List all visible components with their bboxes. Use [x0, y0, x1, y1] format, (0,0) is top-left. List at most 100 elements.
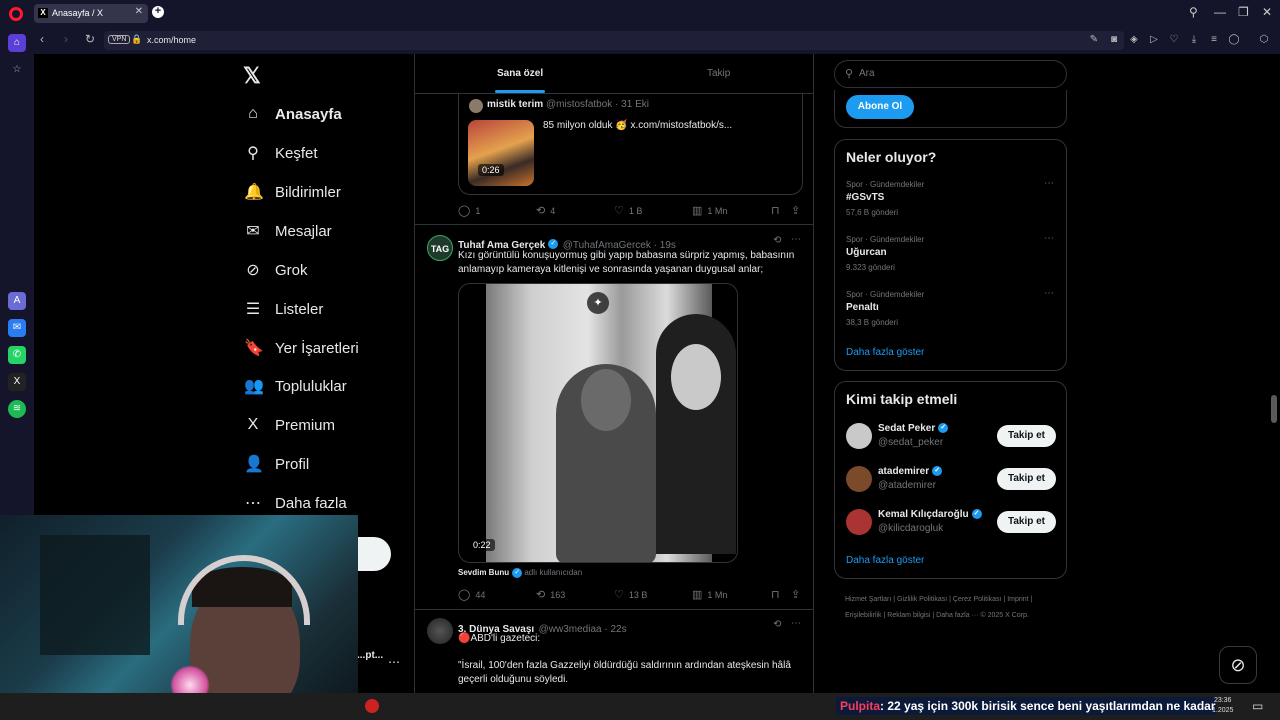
browser-tab[interactable]: X Anasayfa / X ✕ — [34, 4, 148, 23]
more-icon[interactable]: ⋯ — [1044, 178, 1054, 189]
play-icon[interactable]: ▷ — [1148, 34, 1160, 45]
repost-button[interactable]: ⟲ 4 — [536, 204, 555, 217]
messenger-icon[interactable]: ✉ — [8, 319, 26, 337]
nav-item-ke-fet[interactable]: ⚲ Keşfet — [244, 135, 317, 171]
opera-logo-icon[interactable] — [9, 7, 23, 21]
avatar[interactable] — [846, 466, 872, 492]
like-button[interactable]: ♡ 13 B — [614, 588, 647, 601]
spotify-icon[interactable]: ≋ — [8, 400, 26, 418]
more-icon[interactable]: ⋯ — [1044, 288, 1054, 299]
nav-item-yer-i-aretleri[interactable]: 🔖 Yer İşaretleri — [244, 330, 359, 366]
avatar[interactable] — [846, 509, 872, 535]
window-close-icon[interactable]: ✕ — [1262, 5, 1272, 19]
views-button[interactable]: ▥ 1 Mn — [692, 588, 727, 601]
trend-name[interactable]: #GSvTS — [846, 192, 884, 203]
grok-explain-icon[interactable]: ⟲ — [773, 619, 781, 630]
repost-button[interactable]: ⟲ 163 — [536, 588, 565, 601]
camera-icon[interactable]: ◙ — [1108, 34, 1120, 45]
heart-icon[interactable]: ♡ — [1168, 34, 1180, 45]
like-button[interactable]: ♡ 1 B — [614, 204, 642, 217]
account-icon[interactable]: ◯ — [1228, 34, 1240, 45]
source-user-name[interactable]: Sevdim Bunu — [458, 568, 509, 577]
share-button[interactable]: ⇪ — [791, 588, 800, 601]
avatar[interactable]: TAG — [427, 235, 453, 261]
x-sidebar-icon[interactable]: X — [8, 373, 26, 391]
restore-icon[interactable]: ❐ — [1238, 5, 1249, 19]
video-player[interactable]: ✦ 0:22 — [458, 283, 738, 563]
views-button[interactable]: ▥ 1 Mn — [692, 204, 727, 217]
nav-item-bildirimler[interactable]: 🔔 Bildirimler — [244, 174, 341, 210]
nav-item-profil[interactable]: 👤 Profil — [244, 446, 309, 482]
nav-item-mesajlar[interactable]: ✉ Mesajlar — [244, 213, 331, 249]
notification-icon[interactable]: ▭ — [1252, 699, 1263, 713]
opera-taskbar-icon[interactable] — [365, 699, 379, 713]
shield-icon[interactable]: ◈ — [1128, 34, 1140, 45]
grok-explain-icon[interactable]: ⟲ — [773, 235, 781, 246]
sparkle-icon[interactable]: ✦ — [587, 292, 609, 314]
share-button[interactable]: ⇪ — [791, 204, 800, 217]
more-icon[interactable]: ⋯ — [1044, 233, 1054, 244]
quote-author-name[interactable]: mistik terim — [487, 99, 543, 110]
trend-name[interactable]: Penaltı — [846, 302, 879, 313]
avatar[interactable] — [846, 423, 872, 449]
vpn-badge[interactable]: VPN — [108, 35, 131, 44]
bookmark-button[interactable]: ⊓ — [771, 588, 780, 601]
search-box[interactable]: ⚲ — [834, 60, 1067, 88]
extensions-icon[interactable]: ⬡ — [1258, 34, 1270, 45]
subscribe-button[interactable]: Abone Ol — [846, 95, 914, 119]
edit-icon[interactable]: ✎ — [1088, 34, 1100, 45]
follow-button[interactable]: Takip et — [997, 425, 1056, 447]
account-name-fragment[interactable]: ...pt... — [357, 650, 383, 661]
trend-name[interactable]: Uğurcan — [846, 247, 887, 258]
reply-button[interactable]: ◯ 1 — [458, 204, 480, 217]
follow-button[interactable]: Takip et — [997, 468, 1056, 490]
forward-icon[interactable]: › — [64, 32, 68, 46]
quoted-tweet-card[interactable]: mistik terim @mistosfatbok · 31 Eki 0:26… — [458, 92, 803, 195]
nav-item-anasayfa[interactable]: ⌂ Anasayfa — [244, 96, 342, 132]
suggested-user-name[interactable]: atademirer ✓ — [878, 466, 943, 477]
url-text[interactable]: x.com/home — [147, 35, 196, 45]
follow-button[interactable]: Takip et — [997, 511, 1056, 533]
avatar[interactable] — [469, 99, 483, 113]
reload-icon[interactable]: ↻ — [85, 32, 95, 46]
nav-item-premium[interactable]: X Premium — [244, 407, 335, 443]
quote-author-handle[interactable]: @mistosfatbok · 31 Eki — [546, 99, 649, 110]
scrollbar-thumb[interactable] — [1271, 395, 1277, 423]
show-more-link[interactable]: Daha fazla göster — [846, 347, 924, 358]
avatar[interactable] — [427, 618, 453, 644]
heart-icon: ♡ — [614, 589, 624, 601]
x-logo-icon[interactable]: 𝕏 — [243, 63, 261, 89]
close-icon[interactable]: ✕ — [135, 6, 143, 17]
show-more-link[interactable]: Daha fazla göster — [846, 555, 924, 566]
search-tabs-icon[interactable]: ⚲ — [1189, 5, 1198, 19]
nav-item-grok[interactable]: ⊘ Grok — [244, 252, 307, 288]
search-input[interactable] — [859, 68, 1059, 79]
bookmark-button[interactable]: ⊓ — [771, 204, 780, 217]
account-more-icon[interactable]: ⋯ — [388, 655, 400, 669]
tab-for-you[interactable]: Sana özel — [497, 68, 543, 79]
share-icon: ⇪ — [791, 205, 801, 217]
system-clock[interactable]: 23:36 1.2025 — [1212, 696, 1233, 716]
address-field[interactable] — [104, 31, 1124, 50]
minimize-icon[interactable]: — — [1214, 5, 1226, 19]
reply-button[interactable]: ◯ 44 — [458, 588, 485, 601]
footer-links[interactable]: Hizmet Şartları | Gizlilik Politikası | … — [845, 592, 1065, 624]
home-icon[interactable]: ⌂ — [8, 34, 26, 52]
tab-following[interactable]: Takip — [707, 68, 730, 79]
nav-item-topluluklar[interactable]: 👥 Topluluklar — [244, 368, 347, 404]
whatsapp-icon[interactable]: ✆ — [8, 346, 26, 364]
suggested-user-name[interactable]: Sedat Peker ✓ — [878, 423, 949, 434]
new-tab-button[interactable]: + — [152, 6, 164, 18]
aria-icon[interactable]: A — [8, 292, 26, 310]
suggested-user-name[interactable]: Kemal Kılıçdaroğlu ✓ — [878, 509, 982, 520]
more-icon[interactable]: ⋯ — [791, 618, 801, 629]
menu-icon[interactable]: ≡ — [1208, 34, 1220, 45]
more-icon[interactable]: ⋯ — [791, 234, 801, 245]
quote-video-thumbnail[interactable]: 0:26 — [468, 120, 534, 186]
grok-button[interactable]: ⊘ — [1219, 646, 1257, 684]
star-icon[interactable]: ☆ — [8, 61, 26, 79]
nav-item-listeler[interactable]: ☰ Listeler — [244, 291, 324, 327]
back-icon[interactable]: ‹ — [40, 32, 44, 46]
download-icon[interactable]: ⤓ — [1188, 34, 1200, 45]
scrollbar[interactable] — [1271, 60, 1277, 693]
